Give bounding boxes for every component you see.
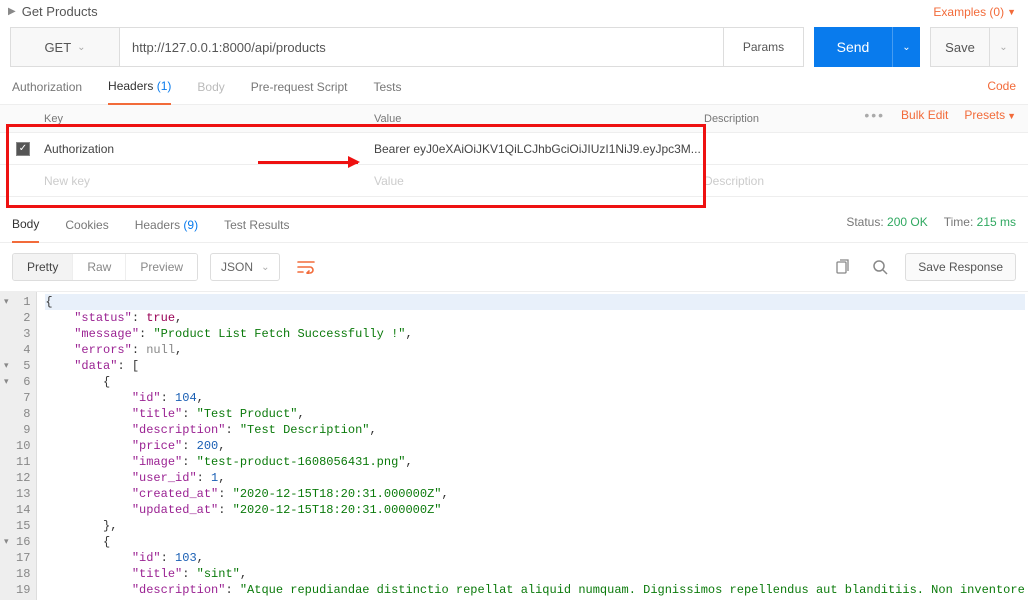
search-icon[interactable] (867, 254, 893, 280)
request-title-label: Get Products (22, 4, 98, 19)
tab-authorization[interactable]: Authorization (12, 80, 82, 104)
new-value-input[interactable]: Value (374, 174, 704, 188)
collapse-caret-icon: ▶ (8, 6, 16, 17)
save-button[interactable]: Save (930, 27, 990, 67)
header-key[interactable]: Authorization (44, 142, 374, 156)
examples-dropdown[interactable]: Examples (0) ▼ (933, 5, 1016, 19)
send-dropdown[interactable]: ⌄ (892, 27, 920, 67)
method-select[interactable]: GET ⌄ (10, 27, 120, 67)
response-body-viewer[interactable]: 12345678910111213141516171819 { "status"… (0, 292, 1028, 600)
headers-table: Key Value Description ••• Bulk Edit Pres… (0, 105, 1028, 197)
copy-icon[interactable] (829, 254, 855, 280)
chevron-down-icon: ⌄ (261, 262, 269, 273)
view-preview[interactable]: Preview (126, 254, 197, 280)
header-row[interactable]: ✓ Authorization Bearer eyJ0eXAiOiJKV1QiL… (0, 133, 1028, 165)
view-mode-segment: Pretty Raw Preview (12, 253, 198, 281)
response-tab-body[interactable]: Body (12, 217, 39, 243)
chevron-down-icon: ⌄ (902, 42, 910, 53)
time-label: Time: 215 ms (944, 215, 1016, 229)
status-label: Status: 200 OK (846, 215, 927, 229)
response-tab-headers[interactable]: Headers (9) (135, 218, 198, 242)
col-value: Value (374, 113, 704, 125)
tab-pre-request-script[interactable]: Pre-request Script (251, 80, 348, 104)
tab-tests[interactable]: Tests (373, 80, 401, 104)
url-input[interactable] (120, 27, 724, 67)
params-button[interactable]: Params (724, 27, 804, 67)
new-description-input[interactable]: Description (704, 174, 764, 188)
header-value[interactable]: Bearer eyJ0eXAiOiJKV1QiLCJhbGciOiJIUzI1N… (374, 142, 704, 156)
response-tab-cookies[interactable]: Cookies (65, 218, 108, 242)
request-title[interactable]: ▶ Get Products (8, 4, 98, 19)
view-raw[interactable]: Raw (73, 254, 126, 280)
response-tab-test-results[interactable]: Test Results (224, 218, 289, 242)
presets-dropdown[interactable]: Presets▼ (964, 108, 1016, 122)
more-icon[interactable]: ••• (864, 107, 885, 123)
tab-headers[interactable]: Headers (1) (108, 79, 171, 105)
header-row-new[interactable]: New key Value Description (0, 165, 1028, 197)
caret-down-icon: ▼ (1007, 111, 1016, 121)
checkbox-checked[interactable]: ✓ (16, 142, 30, 156)
save-dropdown[interactable]: ⌄ (990, 27, 1018, 67)
col-key: Key (44, 113, 374, 125)
send-button[interactable]: Send (814, 27, 892, 67)
chevron-down-icon: ⌄ (77, 42, 85, 53)
caret-down-icon: ▼ (1007, 7, 1016, 17)
chevron-down-icon: ⌄ (999, 42, 1007, 53)
new-key-input[interactable]: New key (44, 174, 374, 188)
format-select[interactable]: JSON ⌄ (210, 253, 280, 281)
save-response-button[interactable]: Save Response (905, 253, 1016, 281)
code-link[interactable]: Code (987, 79, 1016, 93)
wrap-lines-icon[interactable] (292, 253, 320, 281)
bulk-edit-link[interactable]: Bulk Edit (901, 108, 948, 122)
tab-body[interactable]: Body (197, 80, 224, 104)
view-pretty[interactable]: Pretty (13, 254, 73, 280)
